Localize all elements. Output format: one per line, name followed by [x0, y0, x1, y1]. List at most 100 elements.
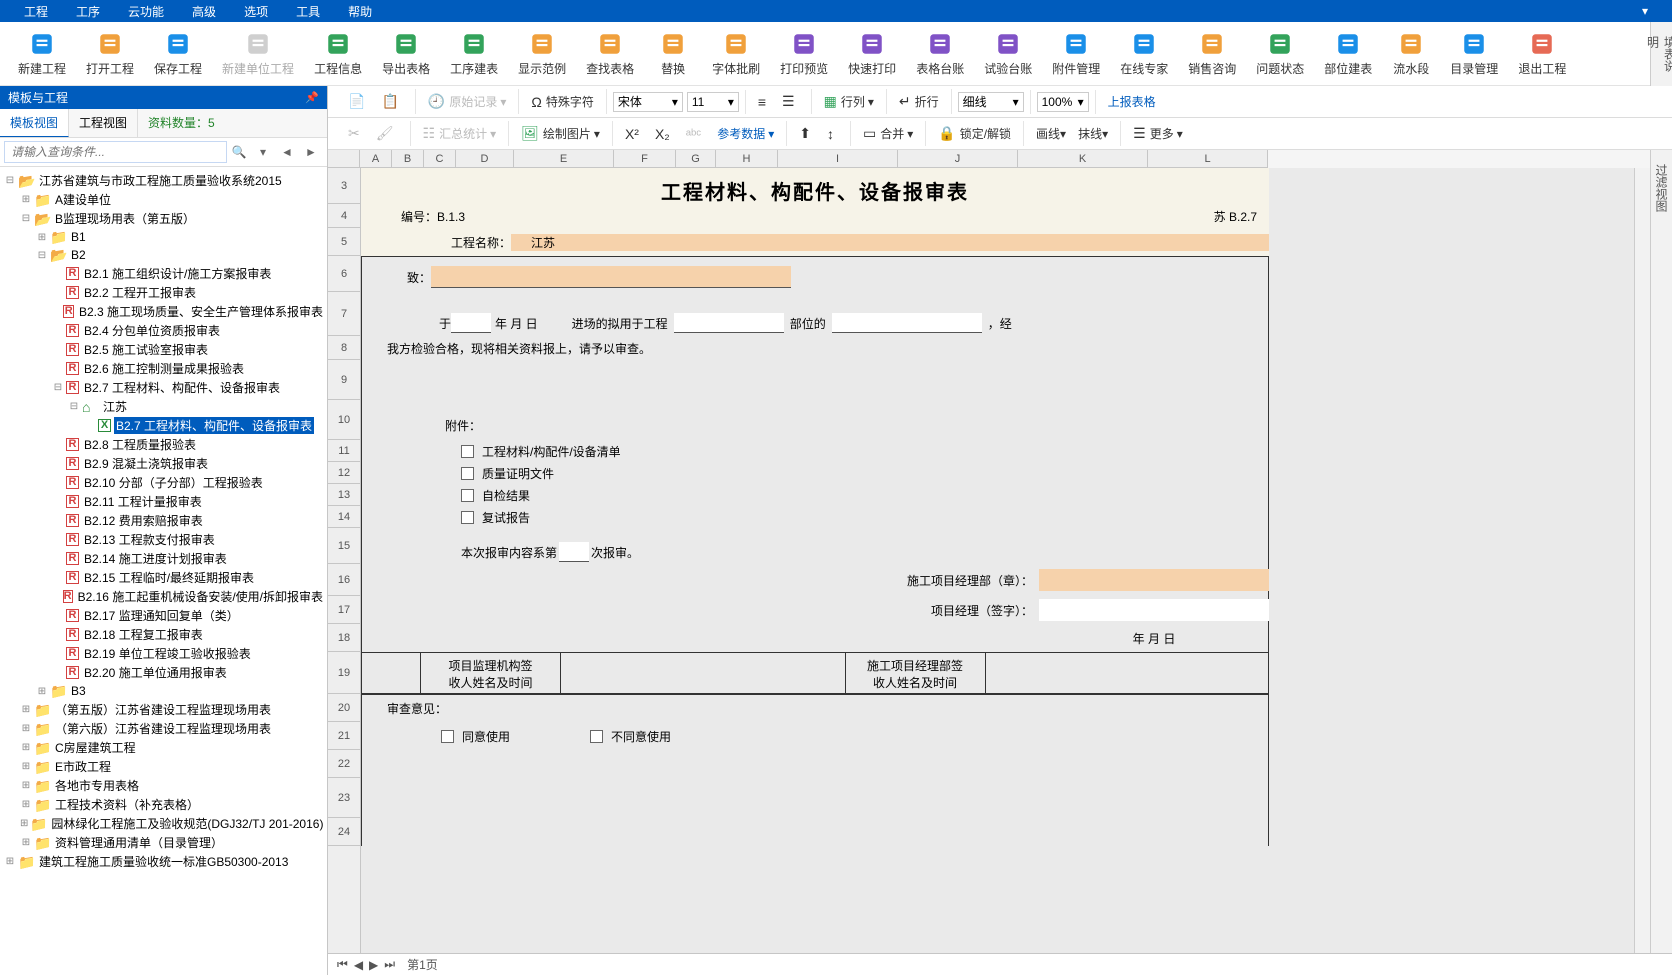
export-table-button[interactable]: 导出表格: [372, 26, 440, 81]
tree-node[interactable]: ⊟📂江苏省建筑与市政工程施工质量验收系统2015: [2, 171, 325, 190]
search-icon[interactable]: 🔍: [227, 141, 251, 163]
tree-node[interactable]: ⊞📁E市政工程: [2, 757, 325, 776]
tree-node[interactable]: RB2.10 分部（子分部）工程报验表: [2, 473, 325, 492]
expand-icon[interactable]: [52, 591, 61, 603]
nav-next-icon[interactable]: ►: [299, 141, 323, 163]
pin-icon[interactable]: 📌: [305, 91, 319, 104]
expand-icon[interactable]: [52, 572, 64, 584]
checkbox-a2[interactable]: [461, 467, 474, 480]
menu-item[interactable]: 工程: [10, 3, 62, 20]
tree-node[interactable]: RB2.12 费用索赔报审表: [2, 511, 325, 530]
expand-icon[interactable]: [52, 439, 64, 451]
field-pm-dept[interactable]: [1039, 569, 1269, 591]
valign-top-icon[interactable]: ⬆: [793, 123, 821, 144]
row-header[interactable]: 24: [328, 818, 360, 846]
zoom-select[interactable]: 100%▾: [1037, 92, 1089, 112]
tree-node[interactable]: ⊟📂B2: [2, 246, 325, 264]
tree-node[interactable]: XB2.7 工程材料、构配件、设备报审表: [2, 416, 325, 435]
merge-button[interactable]: ▭合并▾: [857, 123, 919, 144]
show-sample-button[interactable]: 显示范例: [508, 26, 576, 81]
expand-icon[interactable]: ⊞: [20, 818, 28, 830]
expand-icon[interactable]: ⊞: [20, 704, 32, 716]
row-header[interactable]: 4: [328, 204, 360, 228]
checkbox-agree[interactable]: [441, 730, 454, 743]
menu-item[interactable]: 高级: [178, 3, 230, 20]
expand-icon[interactable]: ⊟: [20, 213, 32, 225]
col-header[interactable]: I: [778, 150, 898, 167]
row-header[interactable]: 16: [328, 564, 360, 596]
quick-print-button[interactable]: 快速打印: [838, 26, 906, 81]
col-header[interactable]: H: [716, 150, 778, 167]
menu-item[interactable]: 工序: [62, 3, 114, 20]
expand-icon[interactable]: [52, 553, 64, 565]
expand-icon[interactable]: [52, 287, 64, 299]
tree-node[interactable]: RB2.18 工程复工报审表: [2, 625, 325, 644]
checkbox-a3[interactable]: [461, 489, 474, 502]
expand-icon[interactable]: ⊞: [20, 723, 32, 735]
project-info-button[interactable]: 工程信息: [304, 26, 372, 81]
dir-manage-button[interactable]: 目录管理: [1440, 26, 1508, 81]
expand-icon[interactable]: ⊟: [68, 401, 80, 413]
row-header[interactable]: 11: [328, 440, 360, 462]
pager-first-icon[interactable]: ⏮: [334, 957, 351, 972]
row-header[interactable]: 3: [328, 168, 360, 204]
expand-icon[interactable]: ⊞: [36, 685, 48, 697]
field-pm[interactable]: [1039, 599, 1269, 621]
tree-node[interactable]: ⊞📁园林绿化工程施工及验收规范(DGJ32/TJ 201-2016): [2, 814, 325, 833]
checkbox-a1[interactable]: [461, 445, 474, 458]
tree-node[interactable]: RB2.3 施工现场质量、安全生产管理体系报审表: [2, 302, 325, 321]
right-tab-filter[interactable]: 过滤视图: [1651, 158, 1672, 218]
row-header[interactable]: 23: [328, 778, 360, 818]
field-project[interactable]: [674, 313, 784, 333]
expand-icon[interactable]: [52, 496, 64, 508]
row-header[interactable]: 18: [328, 624, 360, 652]
tree-node[interactable]: ⊞📁（第六版）江苏省建设工程监理现场用表: [2, 719, 325, 738]
expand-icon[interactable]: [52, 477, 64, 489]
pager-next-icon[interactable]: ▶: [366, 958, 381, 972]
col-header[interactable]: C: [424, 150, 456, 167]
replace-button[interactable]: 替换: [644, 26, 702, 81]
col-header[interactable]: K: [1018, 150, 1148, 167]
vertical-scrollbar[interactable]: [1634, 168, 1650, 953]
row-header[interactable]: 14: [328, 506, 360, 528]
tree-node[interactable]: RB2.11 工程计量报审表: [2, 492, 325, 511]
col-header[interactable]: B: [392, 150, 424, 167]
tree-node[interactable]: ⊞📁C房屋建筑工程: [2, 738, 325, 757]
expand-icon[interactable]: [52, 534, 64, 546]
expand-icon[interactable]: [52, 610, 64, 622]
expand-icon[interactable]: ⊞: [20, 837, 32, 849]
tree-node[interactable]: RB2.1 施工组织设计/施工方案报审表: [2, 264, 325, 283]
tree-node[interactable]: RB2.4 分包单位资质报审表: [2, 321, 325, 340]
tree-node[interactable]: RB2.13 工程款支付报审表: [2, 530, 325, 549]
format-painter-icon[interactable]: 🖌: [370, 123, 404, 144]
menu-dropdown-icon[interactable]: ▾: [1628, 4, 1662, 18]
checkbox-disagree[interactable]: [590, 730, 603, 743]
font-approve-button[interactable]: 字体批刷: [702, 26, 770, 81]
expand-icon[interactable]: ⊞: [36, 231, 48, 243]
draw-line-button[interactable]: 画线▾: [1030, 123, 1072, 144]
rowcol-button[interactable]: ▦行列▾: [818, 91, 880, 112]
tab-project-view[interactable]: 工程视图: [69, 109, 138, 137]
cut-icon[interactable]: ✂: [342, 123, 370, 144]
align-left-icon[interactable]: ≡: [752, 92, 776, 112]
row-header[interactable]: 21: [328, 722, 360, 750]
pager-last-icon[interactable]: ⏭: [381, 957, 398, 972]
online-expert-button[interactable]: 在线专家: [1110, 26, 1178, 81]
upload-button[interactable]: 上报表格: [1102, 91, 1162, 112]
field-review-no[interactable]: [559, 542, 589, 562]
expand-icon[interactable]: [52, 306, 61, 318]
right-tab-help[interactable]: 填表说明: [1643, 30, 1672, 86]
expand-icon[interactable]: [52, 268, 64, 280]
sales-consult-button[interactable]: 销售咨询: [1178, 26, 1246, 81]
tree-node[interactable]: ⊞📁A建设单位: [2, 190, 325, 209]
section-build-button[interactable]: 部位建表: [1314, 26, 1382, 81]
table-ledger-button[interactable]: 表格台账: [906, 26, 974, 81]
expand-icon[interactable]: ⊞: [20, 742, 32, 754]
menu-item[interactable]: 帮助: [334, 3, 386, 20]
select-all-cell[interactable]: [328, 150, 360, 168]
tree-node[interactable]: RB2.19 单位工程竣工验收报验表: [2, 644, 325, 663]
tree-node[interactable]: ⊞📁资料管理通用清单（目录管理）: [2, 833, 325, 852]
tree-node[interactable]: ⊞📁建筑工程施工质量验收统一标准GB50300-2013: [2, 852, 325, 871]
menu-item[interactable]: 云功能: [114, 3, 178, 20]
valign-middle-icon[interactable]: ↕: [821, 124, 844, 144]
